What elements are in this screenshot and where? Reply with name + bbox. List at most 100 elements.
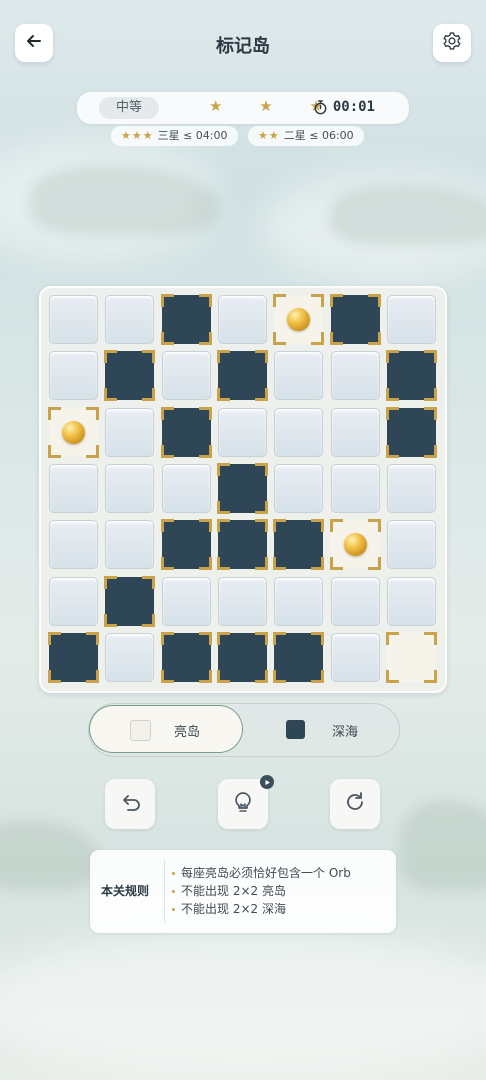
empty-cell[interactable] <box>105 464 154 513</box>
cell-corner-marker <box>217 463 230 476</box>
deep-sea-cell[interactable] <box>161 294 212 345</box>
cell-corner-marker <box>48 407 61 420</box>
empty-cell[interactable] <box>331 577 380 626</box>
mode-deep-sea[interactable]: 深海 <box>244 706 396 752</box>
cell-corner-marker <box>273 519 286 532</box>
empty-cell[interactable] <box>218 295 267 344</box>
rules-panel: 本关规则 每座亮岛必须恰好包含一个 Orb 不能出现 2×2 亮岛 不能出现 2… <box>90 850 396 933</box>
cell-corner-marker <box>217 670 230 683</box>
cell-corner-marker <box>199 670 212 683</box>
deep-sea-cell[interactable] <box>217 350 268 401</box>
video-ad-icon <box>260 775 274 789</box>
cell-corner-marker <box>386 632 399 645</box>
empty-cell[interactable] <box>49 577 98 626</box>
deep-sea-cell[interactable] <box>217 463 268 514</box>
top-bar: 标记岛 <box>15 24 471 64</box>
cell-corner-marker <box>386 670 399 683</box>
reset-button[interactable] <box>330 779 380 829</box>
orb-cell[interactable] <box>273 294 324 345</box>
empty-cell[interactable] <box>105 408 154 457</box>
settings-button[interactable] <box>433 24 471 62</box>
deep-sea-cell[interactable] <box>330 294 381 345</box>
empty-cell[interactable] <box>387 295 436 344</box>
deep-sea-cell[interactable] <box>273 632 324 683</box>
empty-cell[interactable] <box>387 577 436 626</box>
orb-cell[interactable] <box>48 407 99 458</box>
deep-sea-cell[interactable] <box>273 519 324 570</box>
deep-sea-cell[interactable] <box>104 350 155 401</box>
hint-button[interactable] <box>218 775 274 829</box>
empty-cell[interactable] <box>49 295 98 344</box>
empty-cell[interactable] <box>274 464 323 513</box>
cell-corner-marker <box>311 332 324 345</box>
light-island-cell[interactable] <box>386 632 437 683</box>
undo-icon <box>117 789 143 819</box>
cell-corner-marker <box>217 632 230 645</box>
deep-sea-cell[interactable] <box>386 350 437 401</box>
cell-corner-marker <box>161 557 174 570</box>
empty-cell[interactable] <box>274 577 323 626</box>
empty-cell[interactable] <box>331 351 380 400</box>
empty-cell[interactable] <box>274 351 323 400</box>
rules-divider <box>164 860 165 923</box>
deep-sea-cell[interactable] <box>161 632 212 683</box>
cell-corner-marker <box>142 350 155 363</box>
empty-cell[interactable] <box>105 520 154 569</box>
cell-corner-marker <box>311 294 324 307</box>
deep-sea-cell[interactable] <box>104 576 155 627</box>
deep-sea-cell[interactable] <box>48 632 99 683</box>
empty-cell[interactable] <box>274 408 323 457</box>
cell-corner-marker <box>199 445 212 458</box>
lightbulb-icon <box>230 789 256 819</box>
cell-corner-marker <box>330 332 343 345</box>
cell-corner-marker <box>104 388 117 401</box>
cell-corner-marker <box>311 670 324 683</box>
empty-cell[interactable] <box>105 295 154 344</box>
empty-cell[interactable] <box>218 577 267 626</box>
cell-corner-marker <box>161 294 174 307</box>
cell-corner-marker <box>273 332 286 345</box>
cell-corner-marker <box>86 445 99 458</box>
two-star-text: 二星 ≤ 06:00 <box>283 129 354 142</box>
cell-corner-marker <box>161 407 174 420</box>
rule-item: 不能出现 2×2 深海 <box>172 900 351 918</box>
empty-cell[interactable] <box>162 464 211 513</box>
three-star-text: 三星 ≤ 04:00 <box>157 129 228 142</box>
empty-cell[interactable] <box>387 520 436 569</box>
rule-item: 每座亮岛必须恰好包含一个 Orb <box>172 864 351 882</box>
mode-light-island[interactable]: 亮岛 <box>90 706 242 752</box>
deep-sea-cell[interactable] <box>217 632 268 683</box>
empty-cell[interactable] <box>331 408 380 457</box>
empty-cell[interactable] <box>387 464 436 513</box>
empty-cell[interactable] <box>162 577 211 626</box>
cell-corner-marker <box>217 501 230 514</box>
mode-switch: 亮岛 深海 <box>88 703 400 757</box>
deep-sea-swatch <box>286 720 305 739</box>
undo-button[interactable] <box>105 779 155 829</box>
cell-corner-marker <box>217 350 230 363</box>
cell-corner-marker <box>255 632 268 645</box>
deep-sea-cell[interactable] <box>217 519 268 570</box>
orb-cell[interactable] <box>330 519 381 570</box>
cell-corner-marker <box>330 519 343 532</box>
cell-corner-marker <box>255 501 268 514</box>
empty-cell[interactable] <box>331 464 380 513</box>
empty-cell[interactable] <box>49 464 98 513</box>
three-star-goal: ★★★ 三星 ≤ 04:00 <box>111 126 238 146</box>
empty-cell[interactable] <box>162 351 211 400</box>
rule-item: 不能出现 2×2 亮岛 <box>172 882 351 900</box>
cell-corner-marker <box>142 388 155 401</box>
deep-sea-cell[interactable] <box>161 407 212 458</box>
page-title: 标记岛 <box>216 36 270 57</box>
cell-corner-marker <box>86 407 99 420</box>
empty-cell[interactable] <box>49 520 98 569</box>
empty-cell[interactable] <box>49 351 98 400</box>
cell-corner-marker <box>386 407 399 420</box>
empty-cell[interactable] <box>105 633 154 682</box>
empty-cell[interactable] <box>218 408 267 457</box>
cell-corner-marker <box>199 632 212 645</box>
empty-cell[interactable] <box>331 633 380 682</box>
timer: 00:01 <box>332 99 375 115</box>
deep-sea-cell[interactable] <box>161 519 212 570</box>
deep-sea-cell[interactable] <box>386 407 437 458</box>
